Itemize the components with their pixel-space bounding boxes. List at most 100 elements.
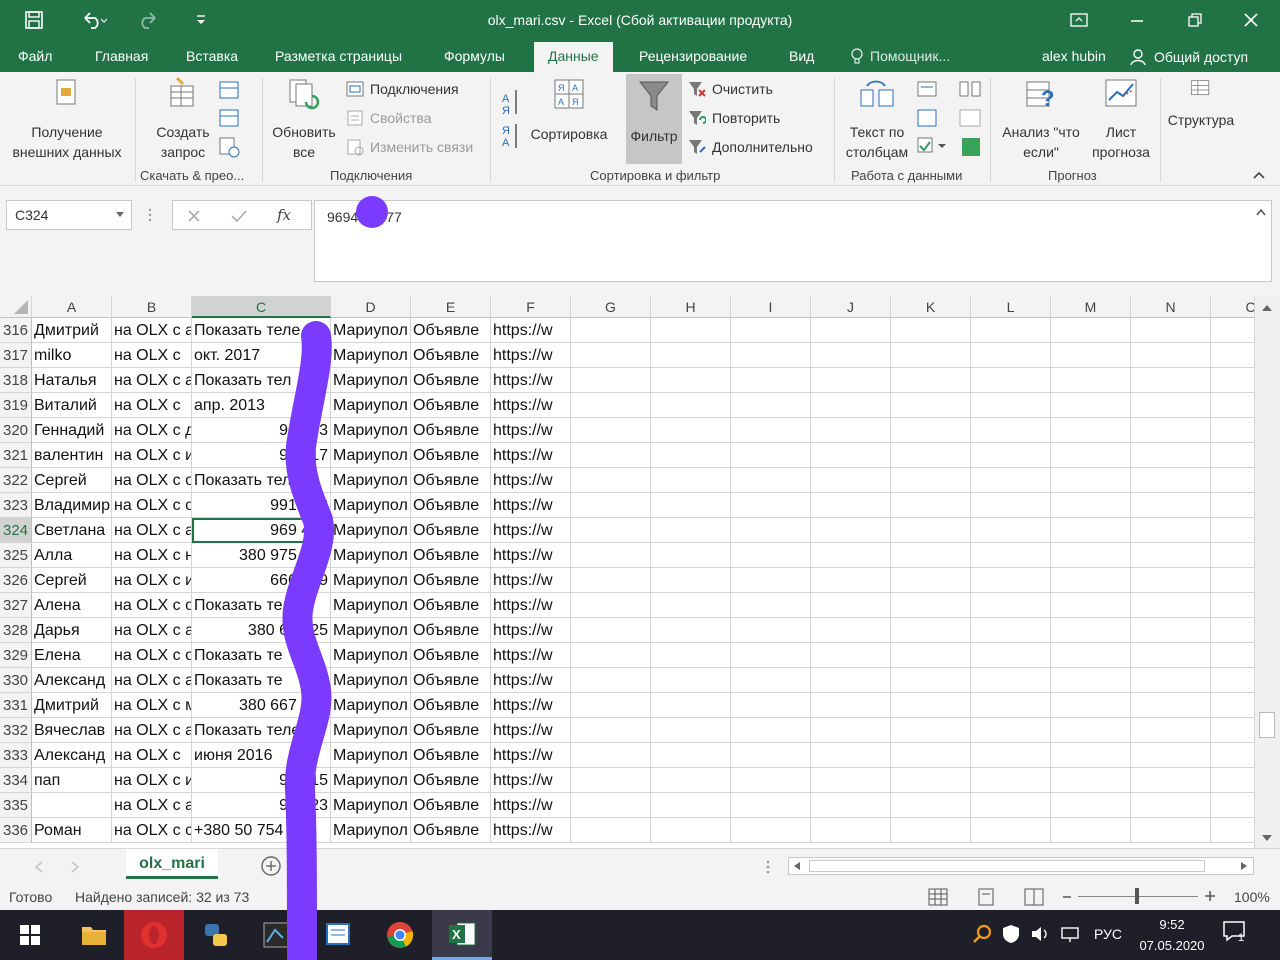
empty-cell[interactable] [1131,618,1211,643]
cell-d[interactable]: Мариупол [331,743,411,768]
empty-cell[interactable] [891,818,971,843]
empty-cell[interactable] [1131,693,1211,718]
empty-cell[interactable] [731,668,811,693]
empty-cell[interactable] [731,618,811,643]
cell-f[interactable]: https://w [491,343,571,368]
empty-cell[interactable] [651,793,731,818]
empty-cell[interactable] [1131,793,1211,818]
empty-cell[interactable] [1131,518,1211,543]
cell-c[interactable]: 666 779 [192,568,331,593]
cell-e[interactable]: Объявле [411,693,491,718]
column-header-j[interactable]: J [811,296,891,318]
column-header-l[interactable]: L [971,296,1051,318]
cell-e[interactable]: Объявле [411,468,491,493]
taskbar-notepad[interactable] [308,910,368,960]
cell-b[interactable]: на OLX с и [112,768,192,793]
cell-f[interactable]: https://w [491,718,571,743]
cell-d[interactable]: Мариупол [331,393,411,418]
empty-cell[interactable] [571,618,651,643]
cell-f[interactable]: https://w [491,568,571,593]
empty-cell[interactable] [971,593,1051,618]
cell-e[interactable]: Объявле [411,318,491,343]
cell-d[interactable]: Мариупол [331,618,411,643]
empty-cell[interactable] [811,418,891,443]
empty-cell[interactable] [731,818,811,843]
cell-b[interactable]: на OLX с [112,343,192,368]
empty-cell[interactable] [731,768,811,793]
cell-a[interactable]: Алла [32,543,112,568]
customize-toolbar-icon[interactable] [186,0,216,40]
empty-cell[interactable] [891,493,971,518]
empty-cell[interactable] [971,318,1051,343]
cell-d[interactable]: Мариупол [331,793,411,818]
undo-icon[interactable] [70,0,118,40]
empty-cell[interactable] [731,568,811,593]
empty-cell[interactable] [651,593,731,618]
empty-cell[interactable] [891,768,971,793]
empty-cell[interactable] [811,443,891,468]
advanced-filter-button[interactable]: Дополнительно [688,138,813,156]
empty-cell[interactable] [971,718,1051,743]
empty-cell[interactable] [971,668,1051,693]
tab-page-layout[interactable]: Разметка страницы [275,48,402,64]
empty-cell[interactable] [891,418,971,443]
empty-cell[interactable] [1131,418,1211,443]
empty-cell[interactable] [571,743,651,768]
row-header[interactable]: 328 [0,618,32,643]
empty-cell[interactable] [731,593,811,618]
page-layout-view-icon[interactable] [976,888,996,906]
tab-home[interactable]: Главная [95,48,148,64]
empty-cell[interactable] [1131,668,1211,693]
empty-cell[interactable] [891,318,971,343]
empty-cell[interactable] [891,393,971,418]
column-header-k[interactable]: K [891,296,971,318]
tell-me-box[interactable]: Помощник... [850,48,950,64]
sort-button[interactable]: ЯААЯ Сортировка [524,76,614,144]
cell-e[interactable]: Объявле [411,643,491,668]
language-indicator[interactable]: РУС [1094,926,1122,942]
empty-cell[interactable] [1211,743,1254,768]
cell-f[interactable]: https://w [491,743,571,768]
cell-b[interactable]: на OLX с [112,743,192,768]
empty-cell[interactable] [1131,443,1211,468]
row-header[interactable]: 321 [0,443,32,468]
empty-cell[interactable] [1051,343,1131,368]
empty-cell[interactable] [571,593,651,618]
empty-cell[interactable] [1051,743,1131,768]
cell-c[interactable]: Показать тел [192,468,331,493]
empty-cell[interactable] [731,318,811,343]
cell-f[interactable]: https://w [491,418,571,443]
row-header[interactable]: 320 [0,418,32,443]
empty-cell[interactable] [731,418,811,443]
cell-a[interactable]: Дмитрий [32,318,112,343]
cell-b[interactable]: на OLX с и [112,443,192,468]
cell-b[interactable]: на OLX с и [112,568,192,593]
empty-cell[interactable] [571,468,651,493]
taskbar-python-app[interactable] [186,910,246,960]
empty-cell[interactable] [1211,368,1254,393]
cell-b[interactable]: на OLX с м [112,693,192,718]
empty-cell[interactable] [1051,493,1131,518]
sort-az-icons[interactable]: АЯЯА [500,86,522,150]
empty-cell[interactable] [731,518,811,543]
empty-cell[interactable] [1211,793,1254,818]
sheet-bar-grip-icon[interactable] [766,859,770,875]
taskbar-pycharm[interactable] [246,910,306,960]
cell-c[interactable]: Показать теле [192,718,331,743]
cell-a[interactable]: Елена [32,643,112,668]
empty-cell[interactable] [651,443,731,468]
share-button[interactable]: Общий доступ [1130,48,1248,66]
empty-cell[interactable] [1131,743,1211,768]
empty-cell[interactable] [571,543,651,568]
cell-c[interactable]: 976 17 [192,443,331,468]
column-header-f[interactable]: F [491,296,571,318]
empty-cell[interactable] [1051,368,1131,393]
empty-cell[interactable] [891,368,971,393]
column-header-i[interactable]: I [731,296,811,318]
empty-cell[interactable] [571,368,651,393]
cell-f[interactable]: https://w [491,793,571,818]
empty-cell[interactable] [891,443,971,468]
empty-cell[interactable] [1051,718,1131,743]
empty-cell[interactable] [571,668,651,693]
cell-b[interactable]: на OLX с с [112,818,192,843]
